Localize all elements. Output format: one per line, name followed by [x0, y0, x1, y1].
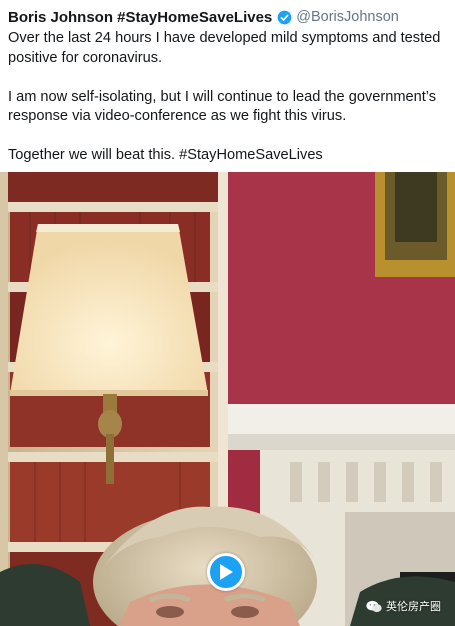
tweet-paragraph: Over the last 24 hours I have developed … [8, 30, 441, 66]
tweet-header: Boris Johnson #StayHomeSaveLives @BorisJ… [8, 7, 399, 27]
tweet-paragraph: I am now self-isolating, but I will cont… [8, 88, 437, 125]
author-handle[interactable]: @BorisJohnson [296, 9, 399, 25]
play-icon [220, 564, 233, 580]
tweet-video[interactable]: 英伦房产圈 [0, 172, 455, 626]
tweet-paragraph: Together we will beat this. #StayHomeSav… [8, 147, 323, 163]
author-name[interactable]: Boris Johnson #StayHomeSaveLives [8, 9, 272, 26]
tweet-card: Boris Johnson #StayHomeSaveLives @BorisJ… [0, 0, 455, 172]
verified-badge-icon [277, 10, 292, 24]
tweet-text: Over the last 24 hours I have developed … [8, 29, 448, 166]
watermark: 英伦房产圈 [366, 598, 441, 614]
play-button[interactable] [207, 553, 245, 591]
wechat-icon [366, 600, 382, 612]
watermark-text: 英伦房产圈 [386, 601, 441, 613]
